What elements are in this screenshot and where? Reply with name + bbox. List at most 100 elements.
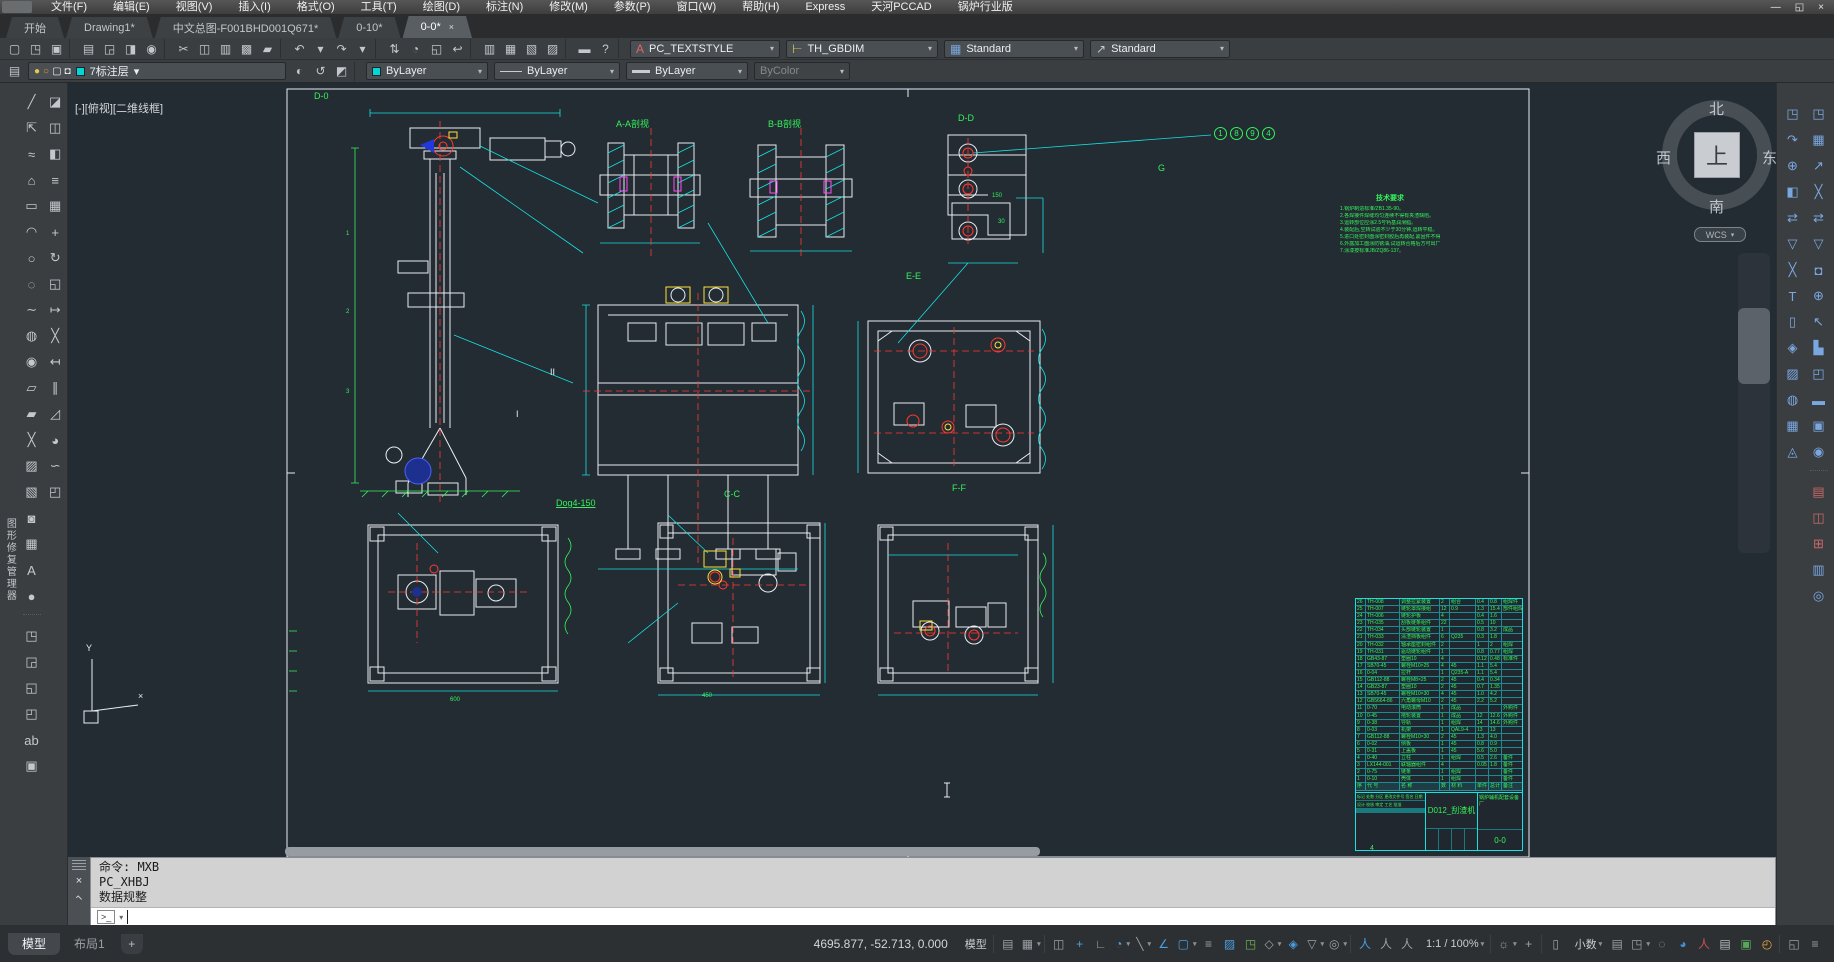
transparency-icon[interactable]: ▨ [1221,932,1241,956]
autoscale-icon[interactable]: 人 [1377,932,1397,956]
menu-item[interactable]: 绘图(D) [410,1,473,13]
wcs-dropdown[interactable]: WCS ▾ [1694,227,1746,242]
bar-tool-icon[interactable]: ▬ [1808,389,1830,411]
add-layout-button[interactable]: + [121,934,143,954]
quick-calc-icon[interactable]: ▬ [574,39,595,58]
dim-continue-icon[interactable]: ⇄ [1782,207,1804,229]
rectangle-tool-icon[interactable]: ▭ [21,195,43,217]
paste-icon[interactable]: ▥ [215,39,236,58]
3d-object-snap-icon[interactable]: ◇▾ [1263,932,1284,956]
undo-list-icon[interactable]: ▾ [310,39,331,58]
viewport-controls-label[interactable]: [-][俯视][二维线框] [75,100,163,116]
rev-tool-icon[interactable]: ◎ [1808,585,1830,607]
polygon-tool-icon[interactable]: ⌂ [21,169,43,191]
vertical-scrollbar-track[interactable] [1738,253,1770,553]
compass-north[interactable]: 北 [1709,98,1724,119]
make-block-tool-icon[interactable]: ▰ [21,403,43,425]
annotation-settings-icon[interactable]: ☼▾ [1496,932,1519,956]
trim-tool-icon[interactable]: ╳ [44,325,66,347]
tab-close-icon[interactable]: × [449,22,454,32]
polyline-tool-icon[interactable]: ≈ [21,143,43,165]
zoom-window-icon[interactable]: ◱ [426,39,447,58]
object-snap-tracking-icon[interactable]: ∠ [1155,932,1175,956]
dim-baseline-icon[interactable]: ◧ [1782,181,1804,203]
cut-icon[interactable]: ✂ [173,39,194,58]
arrow-tool-icon[interactable]: ↖ [1808,311,1830,333]
dynamic-ucs-icon[interactable]: ◈ [1284,932,1304,956]
hardware-acceleration-icon[interactable]: ◕ [1674,932,1694,956]
menu-item[interactable]: 修改(M) [536,1,601,13]
menu-item[interactable]: 视图(V) [163,1,226,13]
compass-west[interactable]: 西 [1656,147,1671,168]
bring-above-tool-icon[interactable]: ◱ [21,677,43,699]
insert-block-tool-icon[interactable]: ▱ [21,377,43,399]
performance-monitor-icon[interactable]: ◴ [1758,932,1778,956]
region-tool-icon[interactable]: ◙ [21,507,43,529]
grid-display-icon[interactable]: ▦▾ [1020,932,1043,956]
menu-item[interactable]: 插入(I) [225,1,283,13]
copy-icon[interactable]: ◫ [194,39,215,58]
center-mark-icon[interactable]: ⊕ [1808,285,1830,307]
undo-icon[interactable]: ↶ [289,39,310,58]
sheet-set-manager-icon[interactable]: ▨ [542,39,563,58]
send-under-tool-icon[interactable]: ◰ [21,703,43,725]
redo-list-icon[interactable]: ▾ [352,39,373,58]
dim-table-icon[interactable]: ▦ [1782,415,1804,437]
isometric-drafting-icon[interactable]: ╲▾ [1134,932,1154,956]
line-tool-icon[interactable]: ╱ [21,91,43,113]
dim-center-icon[interactable]: ⊕ [1782,155,1804,177]
mark-table-icon[interactable]: ▦ [1808,129,1830,151]
command-customize-icon[interactable]: ⌐ [72,891,85,904]
text-to-front-tool-icon[interactable]: ab [21,729,43,751]
drawing-recovery-panel-tab[interactable]: 图形修复管理器 [0,83,20,857]
make-object-layer-current-icon[interactable]: ◐ [289,62,310,81]
chamfer-tool-icon[interactable]: ◿ [44,403,66,425]
dynamic-input-icon[interactable]: + [1071,932,1091,956]
file-tab[interactable]: Drawing1* [66,17,153,38]
mleader-style-combo[interactable]: ↗ Standard ▾ [1090,40,1230,58]
chevron-down-icon[interactable]: ▾ [119,913,123,922]
open-file-icon[interactable]: ◳ [25,39,46,58]
dim-update-icon[interactable]: ◈ [1782,337,1804,359]
fullscreen-icon[interactable]: ◱ [1785,932,1805,956]
stretch-tool-icon[interactable]: ↦ [44,299,66,321]
leader-tool-icon[interactable]: ↗ [1808,155,1830,177]
command-window[interactable]: 命令: MXBPC_XHBJ数据规整 >_ ▾ [90,857,1776,925]
paste-special-icon[interactable]: ▩ [236,39,257,58]
dim-break-icon[interactable]: ╳ [1782,259,1804,281]
part-tool-icon[interactable]: ◫ [1808,507,1830,529]
file-tab[interactable]: 中文总图-F001BHD001Q671* [155,17,337,38]
explode-tool-icon[interactable]: ◰ [44,481,66,503]
point-style-tool-icon[interactable]: ● [21,585,43,607]
selection-filter-icon[interactable]: ▽▾ [1305,932,1326,956]
isolate-objects-icon[interactable]: ◌ [1653,932,1673,956]
infer-constraints-icon[interactable]: ◫ [1050,932,1070,956]
pan-icon[interactable]: ⇅ [384,39,405,58]
application-button[interactable] [2,1,32,13]
design-center-icon[interactable]: ▦ [500,39,521,58]
linetype-combo[interactable]: ByLayer ▾ [494,62,620,80]
mtext-tool-icon[interactable]: A [21,559,43,581]
model-tab[interactable]: 模型 [8,933,60,955]
color-combo[interactable]: ByLayer ▾ [366,62,488,80]
layer-combo[interactable]: ●○▢◘ 7标注层 ▾ [28,62,286,80]
ellipse-arc-tool-icon[interactable]: ◉ [21,351,43,373]
menu-item[interactable]: 文件(F) [38,1,100,13]
dim-style-combo[interactable]: ⊢ TH_GBDIM ▾ [786,40,938,58]
help-icon[interactable]: ? [595,39,616,58]
blend-tool-icon[interactable]: ∽ [44,455,66,477]
menu-item[interactable]: 天河PCCAD [858,1,945,13]
grid-tool-icon[interactable]: ⊞ [1808,533,1830,555]
properties-icon[interactable]: ▥ [479,39,500,58]
layer-thaw-icon[interactable]: ○ [43,66,49,77]
new-file-icon[interactable]: ▢ [4,39,25,58]
dim-jogged-icon[interactable]: ◬ [1782,441,1804,463]
layer-isolate-icon[interactable]: ◩ [331,62,352,81]
offset-tool-icon[interactable]: ≡ [44,169,66,191]
command-input-row[interactable]: >_ ▾ [91,907,1775,926]
revcloud-tool-icon[interactable]: ◌ [21,273,43,295]
quick-properties-icon[interactable]: ▤ [1608,932,1628,956]
zoom-realtime-icon[interactable]: ◔ [405,39,426,58]
annotation-scale[interactable]: 1:1 / 100%▾ [1419,932,1489,956]
web-icon[interactable]: ◉ [141,39,162,58]
